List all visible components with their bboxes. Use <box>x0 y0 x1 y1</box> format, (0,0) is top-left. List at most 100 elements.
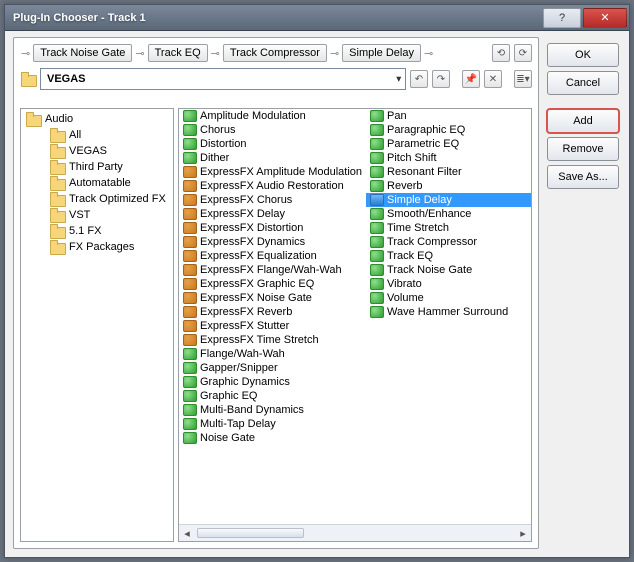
plugin-chooser-window: Plug-In Chooser - Track 1 ? ✕ OK Cancel … <box>4 4 630 558</box>
plugin-item[interactable]: Graphic EQ <box>179 389 366 403</box>
plugin-item[interactable]: Vibrato <box>366 277 531 291</box>
tree-item[interactable]: Track Optimized FX <box>21 191 173 207</box>
plugin-icon <box>370 264 384 276</box>
plugin-item[interactable]: ExpressFX Distortion <box>179 221 366 235</box>
plugin-item[interactable]: Wave Hammer Surround <box>366 305 531 319</box>
plugin-item[interactable]: ExpressFX Dynamics <box>179 235 366 249</box>
category-combo[interactable]: VEGAS <box>40 68 406 90</box>
window-buttons: ? ✕ <box>543 8 627 28</box>
plugin-label: Track Compressor <box>387 236 477 248</box>
plugin-item[interactable]: Paragraphic EQ <box>366 123 531 137</box>
title-bar: Plug-In Chooser - Track 1 ? ✕ <box>5 5 629 31</box>
chain-item[interactable]: Simple Delay <box>342 44 421 62</box>
chain-item[interactable]: Track EQ <box>148 44 208 62</box>
plugin-icon <box>183 278 197 290</box>
plugin-icon <box>183 236 197 248</box>
move-left-icon[interactable]: ⟲ <box>492 44 510 62</box>
browse-folder-icon[interactable] <box>20 72 36 86</box>
help-icon[interactable]: ? <box>543 8 581 28</box>
plugin-item[interactable]: Gapper/Snipper <box>179 361 366 375</box>
plugin-item[interactable]: ExpressFX Amplitude Modulation <box>179 165 366 179</box>
plugin-item[interactable]: Amplitude Modulation <box>179 109 366 123</box>
tree-item[interactable]: FX Packages <box>21 239 173 255</box>
plugin-item[interactable]: ExpressFX Noise Gate <box>179 291 366 305</box>
plugin-item[interactable]: Multi-Band Dynamics <box>179 403 366 417</box>
folder-icon <box>25 112 41 126</box>
tree-item[interactable]: All <box>21 127 173 143</box>
add-button[interactable]: Add <box>547 109 619 133</box>
plugin-item[interactable]: Graphic Dynamics <box>179 375 366 389</box>
plugin-label: Time Stretch <box>387 222 449 234</box>
tree-item[interactable]: VST <box>21 207 173 223</box>
plugin-item[interactable]: Flange/Wah-Wah <box>179 347 366 361</box>
plugin-icon <box>183 306 197 318</box>
scroll-left-icon[interactable]: ◂ <box>179 527 195 540</box>
ok-button[interactable]: OK <box>547 43 619 67</box>
plugin-label: ExpressFX Stutter <box>200 320 289 332</box>
plugin-item[interactable]: Noise Gate <box>179 431 366 445</box>
category-tree[interactable]: Audio AllVEGASThird PartyAutomatableTrac… <box>20 108 174 542</box>
plugin-item[interactable]: Resonant Filter <box>366 165 531 179</box>
plugin-label: ExpressFX Flange/Wah-Wah <box>200 264 342 276</box>
plugin-item[interactable]: Dither <box>179 151 366 165</box>
plugin-label: Amplitude Modulation <box>200 110 306 122</box>
plugin-item[interactable]: ExpressFX Chorus <box>179 193 366 207</box>
plugin-item[interactable]: ExpressFX Stutter <box>179 319 366 333</box>
redo-icon[interactable]: ↷ <box>432 70 450 88</box>
plugin-item[interactable]: Pan <box>366 109 531 123</box>
tree-item[interactable]: VEGAS <box>21 143 173 159</box>
tree-item[interactable]: 5.1 FX <box>21 223 173 239</box>
plugin-item[interactable]: Volume <box>366 291 531 305</box>
plugin-item[interactable]: ExpressFX Equalization <box>179 249 366 263</box>
plugin-label: Pan <box>387 110 407 122</box>
action-buttons: OK Cancel Add Remove Save As... <box>547 43 619 189</box>
folder-icon <box>49 192 65 206</box>
horizontal-scrollbar[interactable]: ◂ ▸ <box>179 524 531 541</box>
undo-icon[interactable]: ↶ <box>410 70 428 88</box>
pin-icon[interactable]: 📌 <box>462 70 480 88</box>
view-options-icon[interactable]: ≣▾ <box>514 70 532 88</box>
plugin-icon <box>183 152 197 164</box>
plugin-item[interactable]: Track EQ <box>366 249 531 263</box>
chain-bar: ⊸ Track Noise Gate ⊸ Track EQ ⊸ Track Co… <box>14 38 538 66</box>
plugin-list[interactable]: Amplitude ModulationChorusDistortionDith… <box>178 108 532 542</box>
plugin-item[interactable]: Distortion <box>179 137 366 151</box>
plugin-item[interactable]: ExpressFX Flange/Wah-Wah <box>179 263 366 277</box>
cancel-button[interactable]: Cancel <box>547 71 619 95</box>
chain-item[interactable]: Track Compressor <box>223 44 327 62</box>
plugin-item[interactable]: ExpressFX Graphic EQ <box>179 277 366 291</box>
folder-icon <box>49 240 65 254</box>
plugin-icon <box>183 166 197 178</box>
plugin-item[interactable]: Reverb <box>366 179 531 193</box>
scroll-thumb[interactable] <box>197 528 304 538</box>
plugin-label: Resonant Filter <box>387 166 462 178</box>
plugin-label: ExpressFX Reverb <box>200 306 292 318</box>
tree-item[interactable]: Automatable <box>21 175 173 191</box>
plugin-item[interactable]: ExpressFX Time Stretch <box>179 333 366 347</box>
plugin-item[interactable]: Track Compressor <box>366 235 531 249</box>
plugin-item[interactable]: Pitch Shift <box>366 151 531 165</box>
delete-icon[interactable]: ✕ <box>484 70 502 88</box>
plugin-item[interactable]: Simple Delay <box>366 193 531 207</box>
plugin-item[interactable]: ExpressFX Audio Restoration <box>179 179 366 193</box>
close-icon[interactable]: ✕ <box>583 8 627 28</box>
plugin-chain: ⊸ Track Noise Gate ⊸ Track EQ ⊸ Track Co… <box>20 44 488 62</box>
plugin-label: Flange/Wah-Wah <box>200 348 285 360</box>
plugin-icon <box>370 110 384 122</box>
plugin-item[interactable]: Smooth/Enhance <box>366 207 531 221</box>
plugin-item[interactable]: Multi-Tap Delay <box>179 417 366 431</box>
remove-button[interactable]: Remove <box>547 137 619 161</box>
move-right-icon[interactable]: ⟳ <box>514 44 532 62</box>
tree-root[interactable]: Audio <box>21 111 173 127</box>
plugin-item[interactable]: Track Noise Gate <box>366 263 531 277</box>
tree-item[interactable]: Third Party <box>21 159 173 175</box>
plugin-item[interactable]: ExpressFX Delay <box>179 207 366 221</box>
plugin-item[interactable]: ExpressFX Reverb <box>179 305 366 319</box>
plugin-icon <box>370 194 384 206</box>
plugin-item[interactable]: Parametric EQ <box>366 137 531 151</box>
scroll-right-icon[interactable]: ▸ <box>515 527 531 540</box>
plugin-item[interactable]: Chorus <box>179 123 366 137</box>
save-as-button[interactable]: Save As... <box>547 165 619 189</box>
chain-item[interactable]: Track Noise Gate <box>33 44 132 62</box>
plugin-item[interactable]: Time Stretch <box>366 221 531 235</box>
